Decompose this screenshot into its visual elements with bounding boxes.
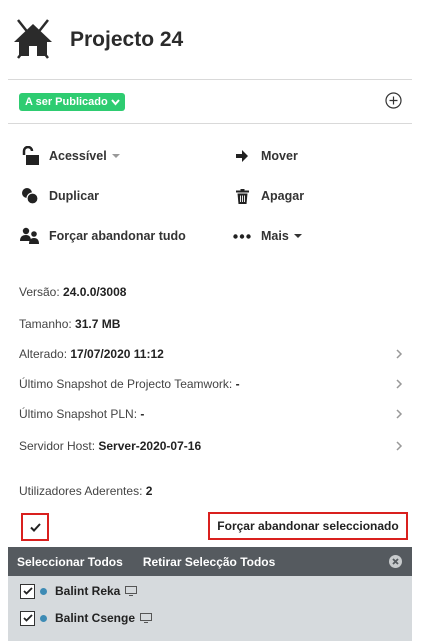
accessible-dropdown[interactable]: Acessível <box>19 146 120 166</box>
size-row: Tamanho: 31.7 MB <box>19 317 121 331</box>
deselect-all-button[interactable]: Retirar Selecção Todos <box>143 555 276 569</box>
trash-icon <box>231 186 253 206</box>
online-status-dot <box>40 587 47 595</box>
duplicate-icon <box>19 186 41 206</box>
chevron-right-icon[interactable] <box>394 409 404 419</box>
checkbox[interactable] <box>20 583 35 599</box>
chevron-right-icon[interactable] <box>394 349 404 359</box>
move-button[interactable]: Mover <box>231 146 298 166</box>
force-release-all-label: Forçar abandonar tudo <box>49 229 186 243</box>
unlock-icon <box>19 146 41 166</box>
arrow-right-icon <box>231 146 253 166</box>
status-dropdown[interactable]: A ser Publicado <box>19 93 125 111</box>
chevron-right-icon[interactable] <box>394 379 404 389</box>
more-label: Mais <box>261 229 289 243</box>
more-dots-icon <box>231 226 253 246</box>
joined-users-row: Utilizadores Aderentes: 2 <box>19 484 153 498</box>
caret-down-icon <box>111 154 120 158</box>
divider <box>8 79 412 80</box>
force-release-all-button[interactable]: Forçar abandonar tudo <box>19 226 186 246</box>
user-name: Balint Csenge <box>55 611 136 625</box>
status-label: A ser Publicado <box>25 96 108 108</box>
checkmark-icon <box>29 522 41 532</box>
delete-button[interactable]: Apagar <box>231 186 304 206</box>
close-icon[interactable] <box>389 555 402 568</box>
caret-down-icon <box>293 234 302 238</box>
online-status-dot <box>40 614 47 622</box>
more-dropdown[interactable]: Mais <box>231 226 302 246</box>
user-list: Balint Reka Balint Csenge <box>8 576 412 641</box>
delete-label: Apagar <box>261 189 305 203</box>
teamwork-snapshot-row[interactable]: Último Snapshot de Projecto Teamwork: - <box>19 377 240 391</box>
add-circle-icon[interactable] <box>385 92 402 109</box>
list-item[interactable]: Balint Csenge <box>20 609 153 627</box>
move-label: Mover <box>261 149 298 163</box>
users-icon <box>19 226 41 246</box>
user-name: Balint Reka <box>55 584 121 598</box>
computer-icon <box>140 613 153 623</box>
list-item[interactable]: Balint Reka <box>20 582 138 600</box>
chevron-right-icon[interactable] <box>394 441 404 451</box>
accessible-label: Acessível <box>49 149 107 163</box>
select-toggle-button[interactable] <box>21 513 49 541</box>
version-row: Versão: 24.0.0/3008 <box>19 285 127 299</box>
duplicate-label: Duplicar <box>49 189 100 203</box>
pln-snapshot-row[interactable]: Último Snapshot PLN: - <box>19 407 144 421</box>
selection-toolbar: Seleccionar Todos Retirar Selecção Todos <box>8 547 412 576</box>
duplicate-button[interactable]: Duplicar <box>19 186 99 206</box>
computer-icon <box>125 586 138 596</box>
page-title: Projecto 24 <box>70 28 184 51</box>
select-all-button[interactable]: Seleccionar Todos <box>17 555 123 569</box>
checkbox[interactable] <box>20 610 35 626</box>
server-host-row[interactable]: Servidor Host: Server-2020-07-16 <box>19 439 201 453</box>
divider <box>8 123 412 124</box>
chevron-down-icon <box>110 98 120 106</box>
modified-row[interactable]: Alterado: 17/07/2020 11:12 <box>19 347 164 361</box>
house-icon <box>14 19 52 59</box>
force-release-selected-button[interactable]: Forçar abandonar seleccionado <box>208 512 408 540</box>
